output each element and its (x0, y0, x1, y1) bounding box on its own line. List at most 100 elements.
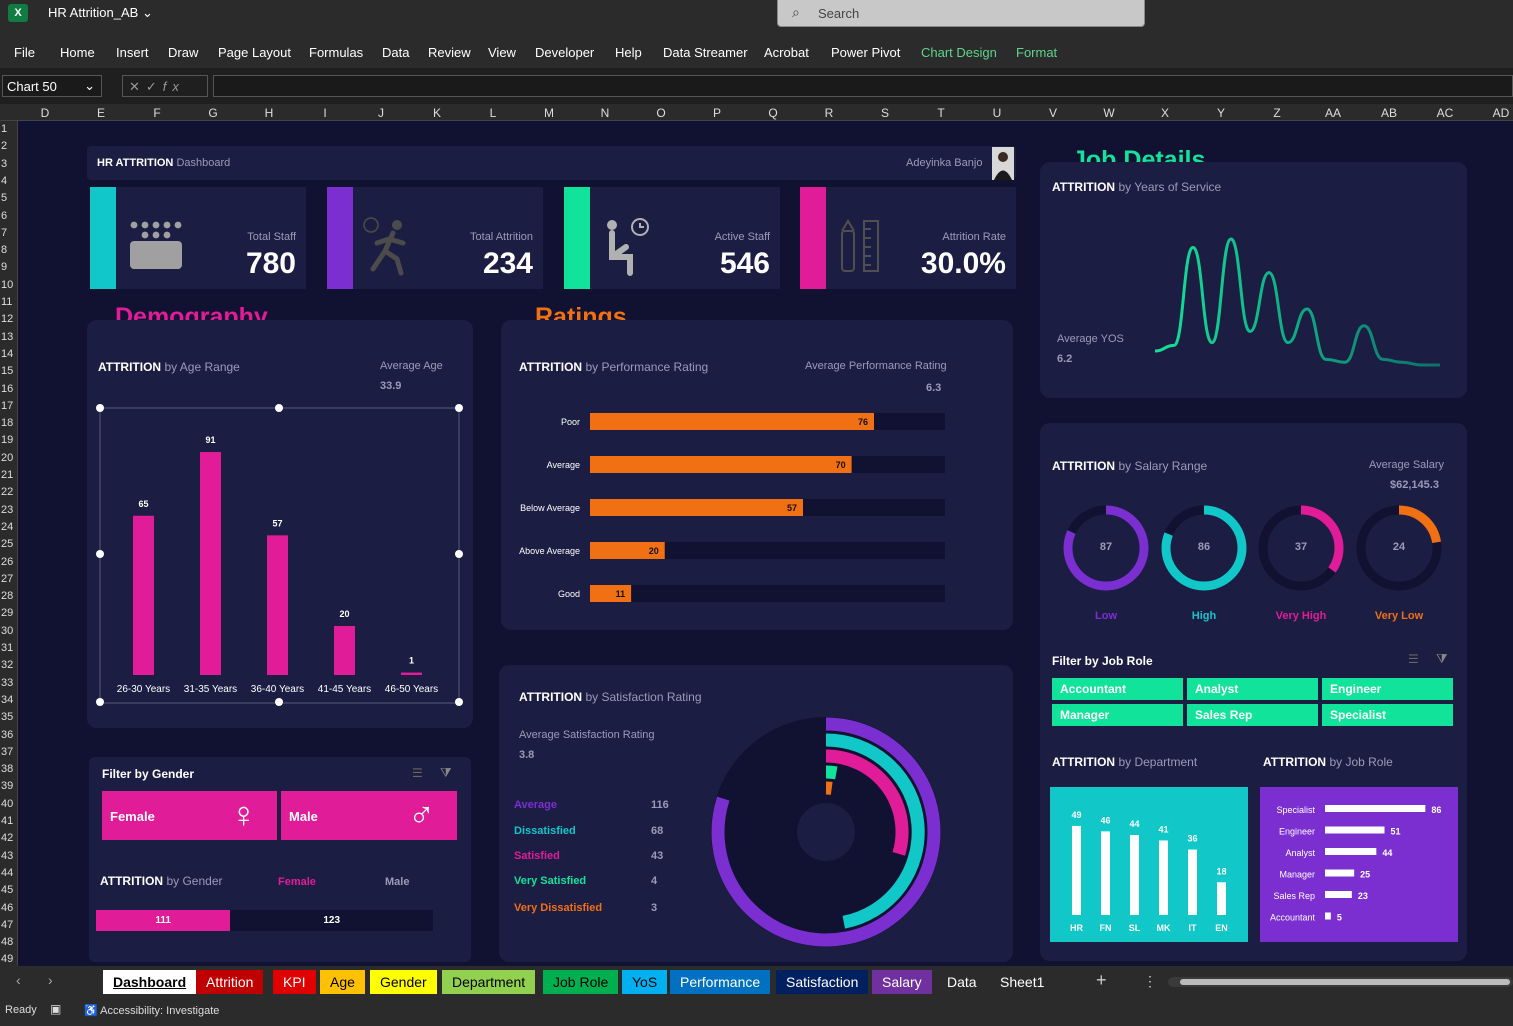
yos-chart[interactable] (1150, 225, 1450, 375)
formula-input[interactable] (213, 75, 1513, 97)
row-header-21[interactable]: 21 (1, 469, 13, 481)
sheet-tab-dashboard[interactable]: Dashboard (103, 970, 197, 994)
row-header-3[interactable]: 3 (1, 158, 7, 170)
menu-view[interactable]: View (488, 45, 516, 60)
resize-handle[interactable] (96, 550, 104, 558)
row-header-7[interactable]: 7 (1, 227, 7, 239)
column-header-O[interactable]: O (641, 106, 681, 120)
multi-select-icon[interactable]: ☰ (1408, 652, 1419, 666)
menu-data-streamer[interactable]: Data Streamer (663, 45, 748, 60)
row-header-48[interactable]: 48 (1, 936, 13, 948)
column-header-H[interactable]: H (249, 106, 289, 120)
column-header-E[interactable]: E (81, 106, 121, 120)
sheet-tab-satisfaction[interactable]: Satisfaction (776, 970, 869, 994)
resize-handle[interactable] (275, 404, 283, 412)
sheet-tab-performance[interactable]: Performance (670, 970, 771, 994)
row-header-42[interactable]: 42 (1, 832, 13, 844)
job-chip-sales-rep[interactable]: Sales Rep (1187, 704, 1318, 726)
job-chip-accountant[interactable]: Accountant (1052, 678, 1183, 700)
sheet-tab-attrition[interactable]: Attrition (196, 970, 264, 994)
menu-format[interactable]: Format (1016, 45, 1057, 60)
sheet-tab-age[interactable]: Age (320, 970, 365, 994)
column-header-X[interactable]: X (1145, 106, 1185, 120)
gender-chip-female[interactable]: Female ♀ (102, 791, 277, 840)
column-header-AA[interactable]: AA (1313, 106, 1353, 120)
menu-acrobat[interactable]: Acrobat (764, 45, 809, 60)
row-header-40[interactable]: 40 (1, 798, 13, 810)
column-header-R[interactable]: R (809, 106, 849, 120)
workbook-name[interactable]: HR Attrition_AB ⌄ (48, 5, 153, 21)
row-header-17[interactable]: 17 (1, 400, 13, 412)
menu-insert[interactable]: Insert (116, 45, 149, 60)
row-header-34[interactable]: 34 (1, 694, 13, 706)
job-chip-manager[interactable]: Manager (1052, 704, 1183, 726)
column-header-Q[interactable]: Q (753, 106, 793, 120)
accessibility-status[interactable]: ♿ Accessibility: Investigate (84, 1004, 219, 1017)
sheet-tab-department[interactable]: Department (442, 970, 536, 994)
row-header-24[interactable]: 24 (1, 521, 13, 533)
row-header-45[interactable]: 45 (1, 884, 13, 896)
sheet-tab-kpi[interactable]: KPI (273, 970, 316, 994)
row-header-41[interactable]: 41 (1, 815, 13, 827)
dept-bar[interactable] (1130, 835, 1139, 915)
job-chip-engineer[interactable]: Engineer (1322, 678, 1453, 700)
horizontal-scrollbar[interactable] (1168, 977, 1513, 987)
job-chip-specialist[interactable]: Specialist (1322, 704, 1453, 726)
row-header-33[interactable]: 33 (1, 677, 13, 689)
row-header-31[interactable]: 31 (1, 642, 13, 654)
column-header-AC[interactable]: AC (1425, 106, 1465, 120)
sheet-tab-sheet1[interactable]: Sheet1 (990, 970, 1054, 994)
row-header-26[interactable]: 26 (1, 556, 13, 568)
column-header-I[interactable]: I (305, 106, 345, 120)
column-header-L[interactable]: L (473, 106, 513, 120)
row-header-12[interactable]: 12 (1, 313, 13, 325)
column-header-S[interactable]: S (865, 106, 905, 120)
row-header-4[interactable]: 4 (1, 175, 7, 187)
column-header-Z[interactable]: Z (1257, 106, 1297, 120)
row-header-37[interactable]: 37 (1, 746, 13, 758)
menu-help[interactable]: Help (615, 45, 642, 60)
multi-select-icon[interactable]: ☰ (412, 766, 423, 780)
resize-handle[interactable] (455, 550, 463, 558)
row-header-15[interactable]: 15 (1, 365, 13, 377)
column-header-M[interactable]: M (529, 106, 569, 120)
search-input[interactable]: ⌕ Search (777, 0, 1145, 27)
row-header-6[interactable]: 6 (1, 210, 7, 222)
job-chip-analyst[interactable]: Analyst (1187, 678, 1318, 700)
perf-bar[interactable] (590, 456, 852, 473)
column-header-K[interactable]: K (417, 106, 457, 120)
role-bar[interactable] (1325, 891, 1352, 898)
gender-chip-male[interactable]: Male ♂ (281, 791, 457, 840)
row-header-29[interactable]: 29 (1, 607, 13, 619)
age-bar[interactable] (334, 626, 355, 675)
macro-record-icon[interactable]: ▣ (50, 1002, 61, 1016)
role-bar[interactable] (1325, 805, 1426, 812)
role-chart[interactable]: Specialist 86 Engineer 51 Analyst 44 Manager 25… (1260, 787, 1458, 942)
column-header-N[interactable]: N (585, 106, 625, 120)
age-bar[interactable] (133, 515, 154, 675)
row-header-13[interactable]: 13 (1, 331, 13, 343)
role-bar[interactable] (1325, 869, 1355, 877)
menu-chart-design[interactable]: Chart Design (921, 45, 997, 60)
column-header-U[interactable]: U (977, 106, 1017, 120)
row-header-39[interactable]: 39 (1, 780, 13, 792)
sat-ring-very-satisfied[interactable] (825, 765, 838, 780)
sheet-tab-salary[interactable]: Salary (872, 970, 932, 994)
row-header-44[interactable]: 44 (1, 867, 13, 879)
row-header-2[interactable]: 2 (1, 140, 7, 152)
age-bar[interactable] (401, 672, 422, 675)
age-bar[interactable] (200, 452, 221, 675)
menu-review[interactable]: Review (428, 45, 471, 60)
row-header-38[interactable]: 38 (1, 763, 13, 775)
column-header-J[interactable]: J (361, 106, 401, 120)
sheet-tab-gender[interactable]: Gender (370, 970, 437, 994)
row-header-5[interactable]: 5 (1, 192, 7, 204)
sat-chart[interactable] (700, 710, 950, 955)
age-bar[interactable] (267, 535, 288, 675)
role-bar[interactable] (1325, 826, 1385, 834)
menu-data[interactable]: Data (382, 45, 409, 60)
row-header-43[interactable]: 43 (1, 850, 13, 862)
menu-power-pivot[interactable]: Power Pivot (831, 45, 900, 60)
dept-bar[interactable] (1101, 831, 1110, 915)
formula-tools[interactable]: ✕✓fx (122, 75, 208, 97)
